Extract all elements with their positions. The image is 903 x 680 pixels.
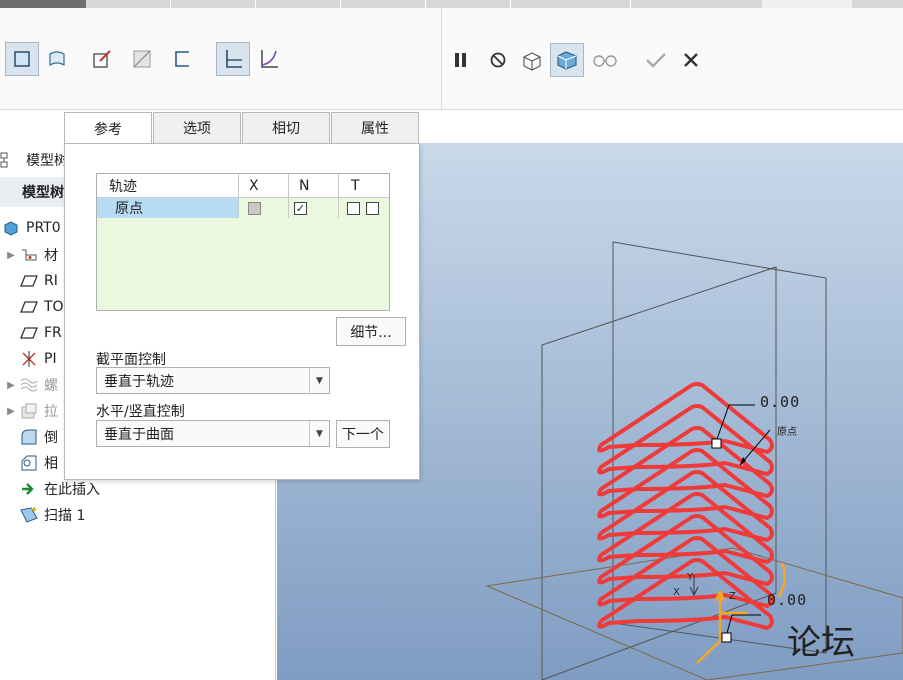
verify-mode-icon xyxy=(557,51,577,70)
helix-icon xyxy=(18,376,40,394)
solid-icon xyxy=(14,51,30,67)
references-panel: 轨迹 X N T 原点 ✓ 细节... 截平面控制 垂直于轨迹 ▼ 水平/竖直控… xyxy=(64,143,420,480)
col-t: T xyxy=(351,177,360,194)
sweep-dashboard-toolbar xyxy=(0,8,903,110)
n-checkbox[interactable]: ✓ xyxy=(294,201,307,215)
no-preview-button[interactable] xyxy=(481,43,515,77)
chamfer-icon xyxy=(18,454,40,472)
section-plane-value: 垂直于轨迹 xyxy=(104,373,174,390)
expand-arrow-icon[interactable]: ▶ xyxy=(4,380,18,391)
origin-label: 原点 xyxy=(777,427,797,438)
preview-geometry-button[interactable] xyxy=(515,43,549,77)
csys-y-label: Y xyxy=(687,572,694,583)
constant-section-icon xyxy=(226,50,242,68)
trajectory-table: 轨迹 X N T 原点 ✓ xyxy=(96,173,390,311)
orientation-value: 垂直于曲面 xyxy=(104,426,174,443)
pause-button[interactable] xyxy=(444,43,478,77)
sketch-icon xyxy=(93,50,111,68)
chevron-down-icon[interactable]: ▼ xyxy=(309,421,329,446)
dashboard-tabs: 参考 选项 相切 属性 xyxy=(64,112,420,144)
glasses-preview-button[interactable] xyxy=(588,43,622,77)
csys-x-label: X xyxy=(673,587,680,598)
material-icon xyxy=(18,246,40,264)
t-checkbox-2[interactable] xyxy=(366,201,379,215)
remove-material-icon xyxy=(133,50,151,68)
ok-button[interactable] xyxy=(639,43,673,77)
coordinate-system-icon xyxy=(18,350,40,368)
col-n: N xyxy=(289,174,339,197)
model-tree-header-label: 模型树 xyxy=(26,153,68,169)
no-preview-icon xyxy=(490,52,506,68)
surface-sweep-button[interactable] xyxy=(40,42,74,76)
helix-coil xyxy=(597,558,774,631)
expand-arrow-icon[interactable]: ▶ xyxy=(4,406,18,417)
verify-mode-button[interactable] xyxy=(550,43,584,77)
helix-trajectory xyxy=(597,382,774,631)
checkmark-icon xyxy=(646,53,666,68)
csys-z-label: Z xyxy=(729,591,736,602)
section-plane-label: 截平面控制 xyxy=(96,352,166,368)
tab-tangency[interactable]: 相切 xyxy=(242,112,330,143)
part-icon xyxy=(0,219,22,237)
next-button[interactable]: 下一个 xyxy=(336,420,390,448)
insert-here-icon xyxy=(18,480,40,498)
preview-geometry-icon xyxy=(523,52,541,71)
tab-options[interactable]: 选项 xyxy=(153,112,241,143)
t-checkbox-1[interactable] xyxy=(347,201,360,215)
orientation-label: 水平/竖直控制 xyxy=(96,404,185,420)
glasses-icon xyxy=(593,55,617,67)
cancel-button[interactable] xyxy=(674,43,708,77)
col-x: X xyxy=(239,174,289,197)
datum-plane-icon xyxy=(18,324,40,342)
sketch-section-button[interactable] xyxy=(85,42,119,76)
dimension-top[interactable]: 0.00 xyxy=(760,393,800,411)
tree-item-sweep[interactable]: 扫描 1 xyxy=(0,502,276,528)
pause-icon xyxy=(455,53,466,67)
thicken-sketch-button[interactable] xyxy=(165,42,199,76)
watermark-text: 论坛 xyxy=(787,623,855,663)
x-checkbox[interactable] xyxy=(248,201,261,215)
details-button[interactable]: 细节... xyxy=(336,317,406,346)
col-trajectory: 轨迹 xyxy=(97,174,239,197)
start-point-marker[interactable] xyxy=(721,632,732,643)
tab-properties[interactable]: 属性 xyxy=(331,112,419,143)
orientation-select[interactable]: 垂直于曲面 ▼ xyxy=(96,420,330,447)
datum-plane-icon xyxy=(18,272,40,290)
thicken-icon xyxy=(175,51,189,67)
solid-sweep-button[interactable] xyxy=(5,42,39,76)
expand-arrow-icon[interactable]: ▶ xyxy=(4,250,18,261)
model-tree-icon xyxy=(0,152,8,168)
csys-axis-z xyxy=(696,640,721,664)
dimension-bottom[interactable]: 0.00 xyxy=(767,591,807,609)
datum-plane-icon xyxy=(18,298,40,316)
close-icon xyxy=(684,53,698,67)
round-icon xyxy=(18,428,40,446)
variable-section-icon xyxy=(261,50,278,68)
tab-references[interactable]: 参考 xyxy=(64,112,152,144)
title-strip-dark xyxy=(0,0,86,8)
remove-material-button[interactable] xyxy=(125,42,159,76)
chevron-down-icon[interactable]: ▼ xyxy=(309,368,329,393)
sweep-icon xyxy=(18,506,40,524)
trajectory-table-header: 轨迹 X N T xyxy=(97,174,389,198)
extrude-icon xyxy=(18,402,40,420)
title-strip xyxy=(0,0,903,8)
section-plane-select[interactable]: 垂直于轨迹 ▼ xyxy=(96,367,330,394)
constant-section-button[interactable] xyxy=(216,42,250,76)
variable-section-button[interactable] xyxy=(252,42,286,76)
trajectory-name[interactable]: 原点 xyxy=(97,198,239,218)
trajectory-row[interactable]: 原点 ✓ xyxy=(97,198,389,218)
surface-icon xyxy=(49,51,65,67)
origin-point-marker[interactable] xyxy=(711,438,722,449)
